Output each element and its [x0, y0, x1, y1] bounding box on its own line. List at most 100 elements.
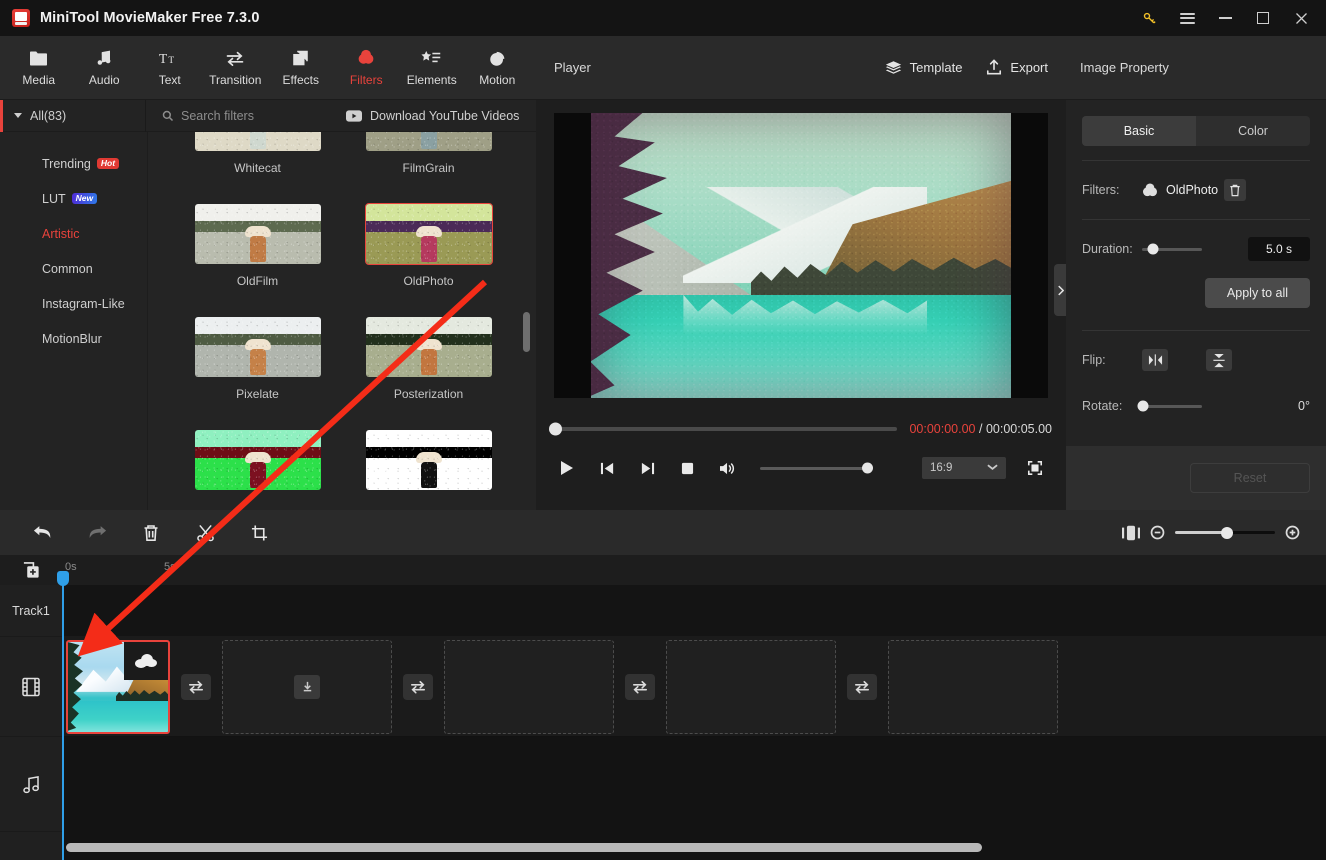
maximize-icon[interactable] — [1244, 0, 1282, 36]
key-icon[interactable] — [1130, 0, 1168, 36]
volume-handle[interactable] — [862, 462, 873, 474]
filter-cell[interactable] — [178, 419, 337, 510]
fit-to-window-icon[interactable] — [1122, 525, 1140, 541]
text-lane[interactable] — [62, 585, 1326, 637]
filter-thumbnail[interactable] — [365, 429, 493, 491]
filter-thumbnail[interactable] — [194, 429, 322, 491]
hamburger-menu-icon[interactable] — [1168, 0, 1206, 36]
filter-cell[interactable]: OldPhoto — [349, 193, 508, 306]
video-clip[interactable] — [66, 639, 170, 734]
category-common[interactable]: Common — [0, 251, 147, 286]
zoom-slider[interactable] — [1175, 526, 1275, 539]
filter-thumbnail[interactable] — [364, 203, 493, 265]
empty-media-slot[interactable] — [888, 639, 1058, 734]
filter-cell[interactable]: OldFilm — [178, 193, 337, 306]
filter-toolbar: All(83) Search filters Download YouTube … — [0, 99, 536, 132]
reset-button[interactable]: Reset — [1190, 463, 1310, 493]
empty-media-slot[interactable] — [222, 639, 392, 734]
seek-slider[interactable] — [549, 422, 898, 436]
play-button[interactable] — [550, 453, 584, 483]
empty-media-slot[interactable] — [444, 639, 614, 734]
volume-slider[interactable] — [760, 462, 873, 474]
aspect-ratio-select[interactable]: 16:9 — [922, 457, 1006, 479]
mode-tab-effects[interactable]: Effects — [268, 37, 334, 99]
collapse-panel-button[interactable] — [1054, 264, 1066, 316]
mode-tab-filters[interactable]: Filters — [334, 37, 400, 99]
minimize-icon[interactable] — [1206, 0, 1244, 36]
template-button[interactable]: Template — [885, 60, 962, 76]
flip-label: Flip: — [1082, 353, 1106, 367]
filter-cell[interactable] — [349, 419, 508, 510]
category-artistic[interactable]: Artistic — [0, 216, 147, 251]
timeline-horizontal-scrollbar[interactable] — [66, 843, 982, 852]
undo-button[interactable] — [16, 510, 70, 555]
tab-color[interactable]: Color — [1196, 116, 1310, 146]
fullscreen-button[interactable] — [1018, 453, 1052, 483]
playhead-handle[interactable] — [57, 571, 69, 586]
add-transition-button[interactable] — [625, 673, 655, 700]
filter-thumbnail[interactable] — [194, 316, 322, 378]
rotate-slider[interactable] — [1137, 400, 1202, 412]
rotate-slider-handle[interactable] — [1137, 400, 1149, 412]
all-filters-dropdown[interactable]: All(83) — [0, 109, 145, 123]
duration-value[interactable]: 5.0 s — [1248, 237, 1310, 261]
category-instagram-like[interactable]: Instagram-Like — [0, 286, 147, 321]
zoom-slider-handle[interactable] — [1221, 526, 1233, 539]
mode-tab-motion[interactable]: Motion — [465, 37, 531, 99]
mode-tab-transition[interactable]: Transition — [203, 37, 269, 99]
tab-basic[interactable]: Basic — [1082, 116, 1196, 146]
next-frame-button[interactable] — [630, 453, 664, 483]
crop-button[interactable] — [232, 510, 286, 555]
zoom-out-icon[interactable] — [1150, 525, 1165, 540]
audio-lane[interactable] — [62, 737, 1326, 860]
filter-thumbnail[interactable] — [194, 203, 322, 265]
mode-label: Motion — [479, 73, 516, 87]
category-motionblur[interactable]: MotionBlur — [0, 321, 147, 356]
mode-tab-elements[interactable]: Elements — [399, 37, 465, 99]
delete-filter-button[interactable] — [1224, 179, 1247, 201]
filter-thumbnail[interactable] — [365, 316, 493, 378]
redo-button[interactable] — [70, 510, 124, 555]
playhead[interactable] — [57, 571, 69, 860]
split-button[interactable] — [178, 510, 232, 555]
app-logo-icon — [12, 9, 30, 27]
mode-tab-text[interactable]: TT Text — [137, 37, 203, 99]
filter-thumbnail[interactable] — [194, 132, 322, 152]
filter-cell[interactable]: FilmGrain — [349, 132, 508, 193]
seek-handle[interactable] — [549, 422, 562, 436]
ruler-scale[interactable]: 0s 5s — [62, 555, 1326, 585]
mode-tab-media[interactable]: Media — [6, 37, 72, 99]
add-track-icon[interactable] — [0, 555, 62, 585]
volume-button[interactable] — [710, 453, 744, 483]
video-canvas[interactable] — [554, 112, 1048, 398]
download-youtube-videos-button[interactable]: Download YouTube Videos — [346, 109, 519, 123]
add-transition-button[interactable] — [403, 673, 433, 700]
category-lut[interactable]: LUT New — [0, 181, 147, 216]
filter-cell[interactable]: Pixelate — [178, 306, 337, 419]
video-lane[interactable] — [62, 637, 1326, 737]
previous-frame-button[interactable] — [590, 453, 624, 483]
mode-tab-audio[interactable]: Audio — [72, 37, 138, 99]
zoom-in-icon[interactable] — [1285, 525, 1300, 540]
delete-button[interactable] — [124, 510, 178, 555]
property-panel-footer: Reset — [1066, 446, 1326, 510]
filter-cell[interactable]: Whitecat — [178, 132, 337, 193]
export-button[interactable]: Export — [986, 59, 1048, 76]
add-transition-button[interactable] — [181, 673, 211, 700]
close-icon[interactable] — [1282, 0, 1320, 36]
duration-slider[interactable] — [1142, 243, 1202, 255]
duration-slider-handle[interactable] — [1147, 243, 1159, 255]
add-transition-button[interactable] — [847, 673, 877, 700]
duration-row: Duration: 5.0 s — [1082, 234, 1310, 264]
search-filters-input[interactable]: Search filters — [146, 109, 346, 123]
filter-thumbnail[interactable] — [365, 132, 493, 152]
stop-button[interactable] — [670, 453, 704, 483]
filters-scrollbar[interactable] — [523, 312, 530, 352]
filter-cell[interactable]: Posterization — [349, 306, 508, 419]
empty-media-slot[interactable] — [666, 639, 836, 734]
apply-to-all-button[interactable]: Apply to all — [1205, 278, 1310, 308]
flip-vertical-button[interactable] — [1206, 349, 1232, 371]
flip-horizontal-button[interactable] — [1142, 349, 1168, 371]
transition-arrows-icon — [632, 680, 648, 693]
category-trending[interactable]: Trending Hot — [0, 146, 147, 181]
